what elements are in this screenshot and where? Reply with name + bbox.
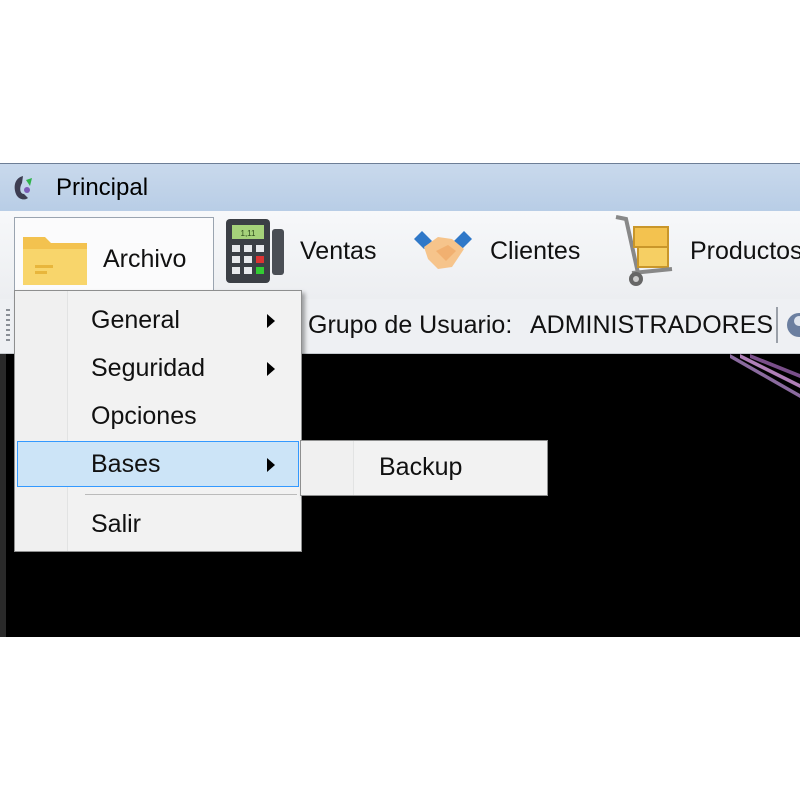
menu-item-salir-label: Salir xyxy=(91,510,142,538)
menu-item-bases-label: Bases xyxy=(91,450,161,478)
window-title: Principal xyxy=(56,174,149,201)
user-group-value: ADMINISTRADORES xyxy=(530,311,774,339)
toolbar-archivo-label: Archivo xyxy=(103,244,187,273)
toolbar-archivo-button[interactable]: Archivo xyxy=(14,217,214,300)
submenu-arrow-icon xyxy=(267,314,275,328)
menu-item-general[interactable]: General xyxy=(15,297,301,343)
handshake-icon xyxy=(414,231,472,269)
toolbar-clientes-label: Clientes xyxy=(490,236,581,265)
toolbar-separator xyxy=(776,307,778,343)
menu-item-opciones[interactable]: Opciones xyxy=(15,393,301,439)
toolbar: Archivo 1,11 Ventas Clientes Productos xyxy=(0,211,800,300)
toolbar-ventas-label: Ventas xyxy=(300,236,377,265)
menu-item-seguridad[interactable]: Seguridad xyxy=(15,345,301,391)
toolbar-productos-label: Productos xyxy=(690,236,800,265)
toolbar-ventas-button[interactable]: 1,11 Ventas xyxy=(222,211,376,291)
folder-icon xyxy=(23,237,87,285)
window-left-edge xyxy=(0,354,6,637)
user-group-label: Grupo de Usuario: xyxy=(308,311,513,339)
submenu-icon-gutter xyxy=(301,441,354,495)
app-icon xyxy=(14,176,32,200)
submenu-arrow-icon xyxy=(267,458,275,472)
bases-submenu: Backup xyxy=(300,440,548,496)
title-bar[interactable]: Principal xyxy=(0,164,800,211)
menu-item-bases[interactable]: Bases xyxy=(17,441,299,487)
menu-item-opciones-label: Opciones xyxy=(91,402,197,430)
menu-item-seguridad-label: Seguridad xyxy=(91,354,205,382)
toolbar-grip[interactable] xyxy=(6,309,10,343)
submenu-item-backup[interactable]: Backup xyxy=(379,453,462,482)
submenu-arrow-icon xyxy=(267,362,275,376)
svg-text:1,11: 1,11 xyxy=(241,229,257,238)
archivo-dropdown-menu: General Seguridad Opciones Bases Salir xyxy=(14,290,302,552)
hand-truck-icon xyxy=(615,215,673,286)
background-decoration xyxy=(730,354,800,398)
menu-separator xyxy=(85,494,297,495)
cash-register-icon: 1,11 xyxy=(226,219,284,283)
menu-item-salir[interactable]: Salir xyxy=(15,501,301,547)
menu-item-general-label: General xyxy=(91,306,180,334)
user-icon xyxy=(787,313,800,337)
toolbar-clientes-button[interactable]: Clientes xyxy=(408,211,580,291)
toolbar-productos-button[interactable]: Productos xyxy=(612,211,800,291)
